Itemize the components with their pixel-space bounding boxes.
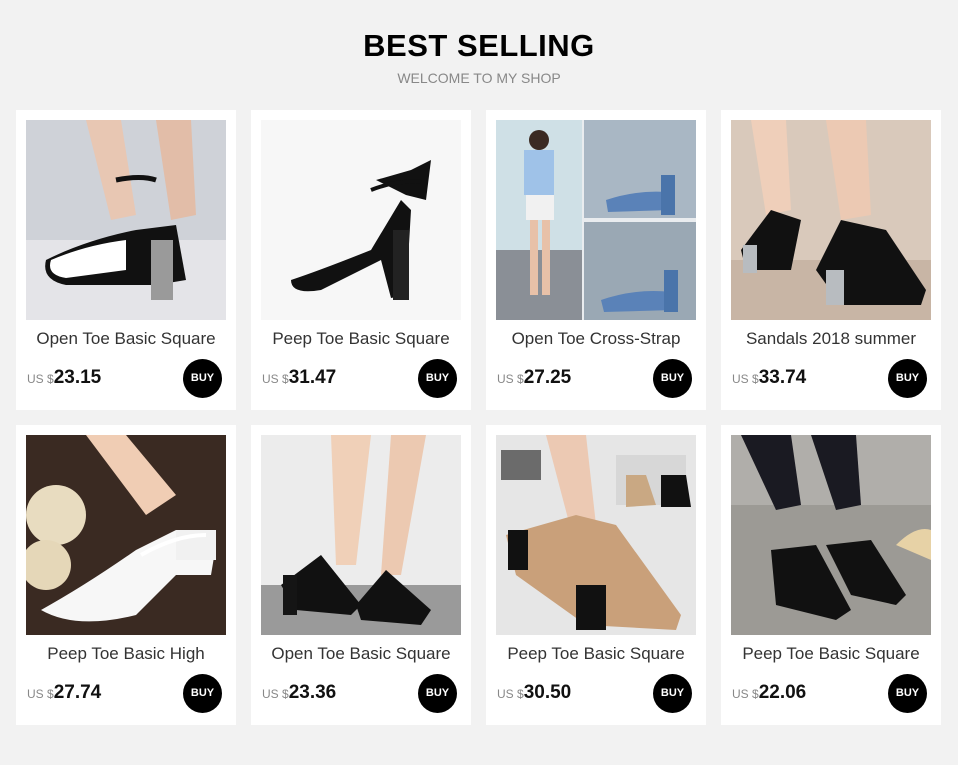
product-name[interactable]: Sandals 2018 summer [721,329,941,349]
product-name[interactable]: Peep Toe Basic High [16,644,236,664]
price-value: 30.50 [523,682,572,703]
price-value: 23.36 [288,682,337,703]
page-header: BEST SELLING WELCOME TO MY SHOP [0,0,958,110]
product-price: US $27.74 [27,682,101,706]
buy-button[interactable]: BUY [653,359,692,398]
product-image[interactable] [496,435,696,635]
product-price: US $31.47 [262,367,336,391]
product-image[interactable] [261,120,461,320]
price-currency: US $ [27,687,54,701]
price-currency: US $ [497,372,524,386]
price-currency: US $ [262,687,289,701]
price-currency: US $ [732,372,759,386]
product-card[interactable]: Open Toe Cross-Strap US $27.25 BUY [486,110,706,410]
product-price: US $33.74 [732,367,806,391]
product-image[interactable] [731,435,931,635]
product-card[interactable]: Peep Toe Basic High US $27.74 BUY [16,425,236,725]
buy-button[interactable]: BUY [418,359,457,398]
product-name[interactable]: Open Toe Cross-Strap [486,329,706,349]
price-value: 22.06 [758,682,807,703]
product-card[interactable]: Open Toe Basic Square US $23.36 BUY [251,425,471,725]
page-subtitle: WELCOME TO MY SHOP [397,70,561,86]
page-title: BEST SELLING [363,28,595,63]
buy-button[interactable]: BUY [183,674,222,713]
price-currency: US $ [262,372,289,386]
product-price: US $23.36 [262,682,336,706]
product-name[interactable]: Peep Toe Basic Square [721,644,941,664]
product-card[interactable]: Peep Toe Basic Square US $30.50 BUY [486,425,706,725]
product-price: US $27.25 [497,367,571,391]
product-card[interactable]: Peep Toe Basic Square US $22.06 BUY [721,425,941,725]
price-value: 23.15 [53,367,102,388]
product-image[interactable] [26,435,226,635]
price-value: 27.74 [53,682,102,703]
price-value: 27.25 [523,367,572,388]
price-value: 33.74 [758,367,807,388]
buy-button[interactable]: BUY [888,359,927,398]
buy-button[interactable]: BUY [418,674,457,713]
product-price: US $22.06 [732,682,806,706]
price-currency: US $ [497,687,524,701]
product-image[interactable] [261,435,461,635]
product-card[interactable]: Open Toe Basic Square US $23.15 BUY [16,110,236,410]
product-name[interactable]: Peep Toe Basic Square [486,644,706,664]
product-name[interactable]: Open Toe Basic Square [16,329,236,349]
price-value: 31.47 [288,367,337,388]
product-image[interactable] [26,120,226,320]
buy-button[interactable]: BUY [653,674,692,713]
product-image[interactable] [496,120,696,320]
price-currency: US $ [732,687,759,701]
product-image[interactable] [731,120,931,320]
product-price: US $23.15 [27,367,101,391]
product-name[interactable]: Open Toe Basic Square [251,644,471,664]
buy-button[interactable]: BUY [183,359,222,398]
price-currency: US $ [27,372,54,386]
product-name[interactable]: Peep Toe Basic Square [251,329,471,349]
buy-button[interactable]: BUY [888,674,927,713]
product-card[interactable]: Peep Toe Basic Square US $31.47 BUY [251,110,471,410]
product-price: US $30.50 [497,682,571,706]
product-card[interactable]: Sandals 2018 summer US $33.74 BUY [721,110,941,410]
